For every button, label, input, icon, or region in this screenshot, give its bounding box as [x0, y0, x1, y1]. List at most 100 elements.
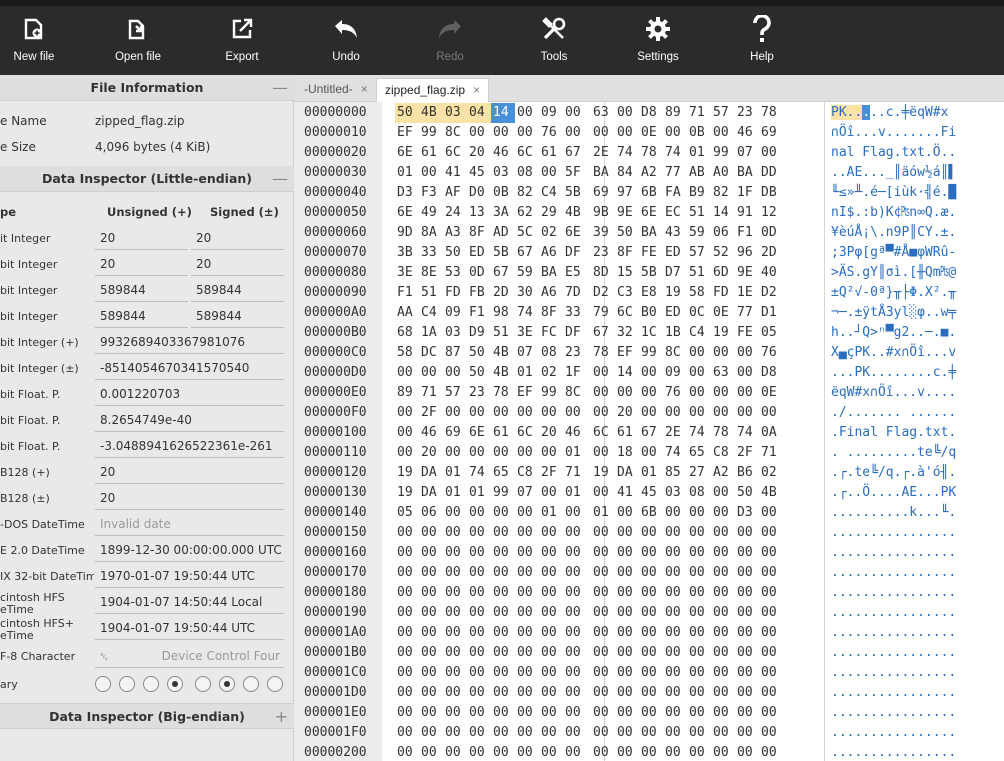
- hex-byte[interactable]: 00: [615, 723, 639, 743]
- hex-byte[interactable]: ED: [467, 243, 491, 263]
- hex-byte[interactable]: 74: [663, 443, 687, 463]
- hex-byte[interactable]: 00: [711, 743, 735, 761]
- hex-byte[interactable]: DB: [759, 183, 783, 203]
- inspector-value-field[interactable]: -8514054670341570540: [95, 356, 284, 380]
- hex-byte[interactable]: 00: [563, 623, 587, 643]
- hex-byte[interactable]: 00: [563, 503, 587, 523]
- export-button[interactable]: Export: [196, 6, 288, 75]
- signed-value-field[interactable]: 20: [191, 226, 284, 250]
- hex-byte[interactable]: 8F: [467, 223, 491, 243]
- hex-byte[interactable]: 6C: [615, 303, 639, 323]
- hex-byte[interactable]: 00: [639, 703, 663, 723]
- hex-byte[interactable]: 50: [467, 343, 491, 363]
- hex-byte[interactable]: 00: [687, 743, 711, 761]
- hex-byte[interactable]: 50: [395, 103, 419, 123]
- hex-byte[interactable]: 98: [491, 303, 515, 323]
- hex-byte[interactable]: 00: [491, 583, 515, 603]
- hex-byte[interactable]: C4: [687, 323, 711, 343]
- hex-byte[interactable]: 00: [467, 563, 491, 583]
- hex-byte[interactable]: 00: [663, 403, 687, 423]
- hex-byte[interactable]: 19: [711, 323, 735, 343]
- ascii-text[interactable]: .Final Flag.txt.: [831, 423, 956, 443]
- hex-byte[interactable]: 18: [615, 443, 639, 463]
- hex-editor[interactable]: 00000000 50 4B 03 04 14 00 09 00 63 00 D8 89 71 57 23 78…: [294, 102, 1004, 761]
- hex-byte[interactable]: 5F: [563, 163, 587, 183]
- hex-byte[interactable]: C8: [515, 463, 539, 483]
- help-button[interactable]: Help: [716, 6, 808, 75]
- hex-byte[interactable]: 00: [711, 683, 735, 703]
- hex-byte[interactable]: 00: [615, 383, 639, 403]
- inspector-value-field[interactable]: 1970-01-07 19:50:44 UTC: [95, 564, 284, 588]
- hex-byte[interactable]: 00: [615, 563, 639, 583]
- hex-byte[interactable]: A2: [711, 463, 735, 483]
- hex-byte[interactable]: 3A: [491, 203, 515, 223]
- hex-byte[interactable]: 0C: [687, 303, 711, 323]
- hex-byte[interactable]: 00: [491, 563, 515, 583]
- hex-byte[interactable]: 00: [491, 443, 515, 463]
- collapse-icon[interactable]: —: [272, 166, 288, 192]
- hex-byte[interactable]: 45: [639, 483, 663, 503]
- hex-byte[interactable]: 0B: [491, 183, 515, 203]
- inspector-value-field[interactable]: 1899-12-30 00:00:00.000 UTC: [95, 538, 284, 562]
- hex-byte[interactable]: 23: [563, 343, 587, 363]
- hex-byte[interactable]: 00: [615, 643, 639, 663]
- hex-byte[interactable]: 00: [639, 643, 663, 663]
- hex-byte[interactable]: 00: [563, 723, 587, 743]
- hex-byte[interactable]: 78: [591, 343, 615, 363]
- hex-byte[interactable]: 67: [591, 323, 615, 343]
- hex-byte[interactable]: 00: [539, 483, 563, 503]
- hex-byte[interactable]: 00: [419, 543, 443, 563]
- hex-byte[interactable]: 00: [639, 543, 663, 563]
- hex-byte[interactable]: 00: [759, 723, 783, 743]
- ascii-text[interactable]: ................: [831, 723, 956, 743]
- hex-byte[interactable]: 00: [639, 623, 663, 643]
- hex-byte[interactable]: 00: [711, 503, 735, 523]
- hex-byte[interactable]: 99: [639, 343, 663, 363]
- hex-byte[interactable]: 00: [491, 603, 515, 623]
- hex-byte[interactable]: 00: [395, 643, 419, 663]
- hex-byte[interactable]: C4: [419, 303, 443, 323]
- hex-byte[interactable]: 00: [443, 623, 467, 643]
- hex-byte[interactable]: 00: [467, 723, 491, 743]
- bit-radio[interactable]: [143, 676, 159, 692]
- hex-byte[interactable]: 8F: [539, 303, 563, 323]
- hex-byte[interactable]: 33: [419, 243, 443, 263]
- hex-byte[interactable]: 2F: [419, 403, 443, 423]
- hex-byte[interactable]: 00: [591, 743, 615, 761]
- hex-byte[interactable]: 00: [711, 383, 735, 403]
- hex-byte[interactable]: 6E: [467, 423, 491, 443]
- hex-byte[interactable]: 08: [687, 483, 711, 503]
- hex-byte[interactable]: 00: [663, 543, 687, 563]
- hex-byte[interactable]: AD: [491, 223, 515, 243]
- hex-byte[interactable]: 63: [711, 363, 735, 383]
- hex-byte[interactable]: 08: [515, 163, 539, 183]
- hex-byte[interactable]: 01: [515, 363, 539, 383]
- hex-byte[interactable]: 00: [663, 663, 687, 683]
- hex-byte[interactable]: 00: [563, 123, 587, 143]
- hex-byte[interactable]: C8: [711, 443, 735, 463]
- hex-byte[interactable]: 15: [615, 263, 639, 283]
- inspector-value-field[interactable]: 9932689403367981076: [95, 330, 284, 354]
- hex-byte[interactable]: 30: [515, 283, 539, 303]
- hex-byte[interactable]: 00: [735, 743, 759, 761]
- hex-byte[interactable]: 01: [395, 163, 419, 183]
- settings-button[interactable]: Settings: [612, 6, 704, 75]
- hex-byte[interactable]: 4B: [491, 363, 515, 383]
- hex-byte[interactable]: C3: [615, 283, 639, 303]
- hex-byte[interactable]: 82: [711, 183, 735, 203]
- hex-byte[interactable]: 00: [467, 583, 491, 603]
- hex-byte[interactable]: 20: [539, 423, 563, 443]
- hex-byte[interactable]: F1: [735, 223, 759, 243]
- hex-byte[interactable]: 57: [711, 103, 735, 123]
- hex-byte[interactable]: 02: [539, 363, 563, 383]
- hex-byte[interactable]: 00: [639, 683, 663, 703]
- hex-byte[interactable]: EF: [395, 123, 419, 143]
- inspector-value-field[interactable]: Invalid date: [95, 512, 284, 536]
- hex-byte[interactable]: 00: [563, 583, 587, 603]
- hex-byte[interactable]: 00: [395, 603, 419, 623]
- hex-byte[interactable]: 3B: [395, 243, 419, 263]
- hex-byte[interactable]: 78: [759, 103, 783, 123]
- hex-byte[interactable]: 6B: [639, 503, 663, 523]
- hex-byte[interactable]: 05: [395, 503, 419, 523]
- hex-byte[interactable]: 65: [687, 443, 711, 463]
